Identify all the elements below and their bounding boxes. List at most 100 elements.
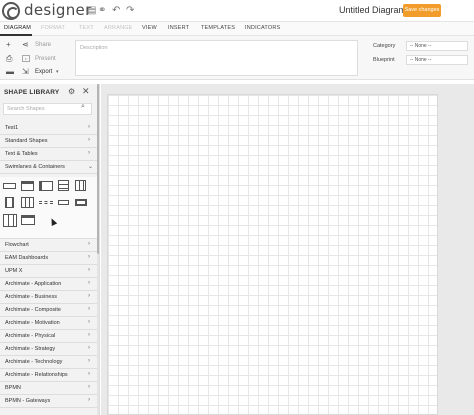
blueprint-select[interactable]: -- None -- [406,55,468,65]
dashed-lane-shape[interactable] [39,201,53,204]
table-container-shape[interactable] [21,215,35,225]
chevron-right-icon: › [88,306,90,312]
category-test1[interactable]: Test1 › [0,122,97,135]
chevron-right-icon: › [88,345,90,351]
menu-format[interactable]: FORMAT [41,25,65,31]
vertical-pool-shape[interactable] [5,197,14,208]
category-label: Archimate - Application [5,281,62,287]
undo-icon[interactable]: ↶ [112,5,120,17]
slim-lane-shape[interactable] [58,200,69,205]
category-archimate-technology[interactable]: Archimate - Technology › [0,356,97,369]
category-archimate-physical[interactable]: Archimate - Physical › [0,330,97,343]
chevron-right-icon: › [88,319,90,325]
category-label: Archimate - Business [5,294,57,300]
menu-view[interactable]: VIEW [142,25,157,31]
diagram-icon[interactable]: ▤ [87,5,96,17]
category-archimate-business[interactable]: Archimate - Business › [0,291,97,304]
add-icon[interactable]: + [6,40,16,49]
chevron-right-icon: › [88,137,90,143]
link-icon[interactable]: ⚭ [98,5,106,17]
category-text-tables[interactable]: Text & Tables › [0,148,97,161]
shape-library-title: SHAPE LIBRARY [4,89,60,96]
scrollbar-thumb[interactable] [97,84,99,254]
print-icon[interactable]: ⎙ [6,54,16,64]
category-label: UPM X [5,268,23,274]
chevron-down-icon: ⌄ [88,164,94,170]
category-eam-dashboards[interactable]: EAM Dashboards › [0,252,97,265]
menu-text[interactable]: TEXT [79,25,94,31]
category-label: Archimate - Strategy [5,346,56,352]
horizontal-swimlanes-shape[interactable] [58,180,69,191]
double-frame-shape[interactable] [75,199,87,206]
category-bpmn[interactable]: BPMN › [0,382,97,395]
share-icon[interactable]: ⋖ [22,40,32,49]
category-label: EAM Dashboards [5,255,49,261]
vertical-swimlanes-shape[interactable] [75,180,86,191]
present-icon[interactable]: ▸ [22,55,30,62]
category-label: Archimate - Physical [5,333,56,339]
category-label: Archimate - Relationships [5,372,68,378]
sidebar-scrollbar[interactable] [97,84,99,415]
category-archimate-motivation[interactable]: Archimate - Motivation › [0,317,97,330]
category-standard-shapes[interactable]: Standard Shapes › [0,135,97,148]
category-label: BPMN - Gateways [5,398,51,404]
category-archimate-strategy[interactable]: Archimate - Strategy › [0,343,97,356]
chevron-right-icon: › [88,254,90,260]
search-input[interactable]: Search Shapes [3,103,92,115]
category-label: Swimlanes & Containers [5,164,65,170]
redo-icon[interactable]: ↷ [126,5,134,17]
chevron-right-icon: › [88,124,90,130]
category-archimate-composite[interactable]: Archimate - Composite › [0,304,97,317]
category-label: Standard Shapes [5,138,48,144]
horizontal-lane-shape[interactable] [39,181,53,191]
category-label: Archimate - Motivation [5,320,60,326]
diagram-canvas[interactable] [107,94,438,415]
export-button[interactable]: Export [35,69,52,75]
blueprint-label: Blueprint [373,57,395,63]
search-icon[interactable]: ⌕ [81,103,85,111]
category-label: Text & Tables [5,151,38,157]
swimlane-shapes-grid [0,177,97,239]
brand-name: designer [24,1,92,19]
toolbar: + ⋖ Share ⎙ ▸ Present ▬ ⇲ Export ▾ Descr… [0,36,474,80]
category-select[interactable]: -- None -- [406,41,468,51]
chevron-right-icon: › [88,332,90,338]
share-button[interactable]: Share [35,42,51,48]
chevron-right-icon: › [88,384,90,390]
menu-indicators[interactable]: INDICATORS [245,25,280,31]
gear-icon[interactable]: ⚙ [68,87,75,96]
titled-container-shape[interactable] [21,181,34,191]
category-bpmn-gateways[interactable]: BPMN - Gateways › [0,395,97,408]
canvas-area [101,84,474,415]
menu-arrange[interactable]: ARRANGE [104,25,133,31]
menu-insert[interactable]: INSERT [168,25,189,31]
category-label: Archimate - Technology [5,359,63,365]
chevron-right-icon: › [88,267,90,273]
description-field[interactable]: Description [75,40,358,76]
grid-container-shape[interactable] [21,197,34,208]
present-button[interactable]: Present [35,56,56,62]
category-label: BPMN [5,385,21,391]
category-flowchart[interactable]: Flowchart › [0,239,97,252]
save-changes-button[interactable]: Save changes [403,4,441,17]
category-archimate-relationships[interactable]: Archimate - Relationships › [0,369,97,382]
chevron-right-icon: › [88,371,90,377]
menu-bar: DIAGRAM FORMAT TEXT ARRANGE VIEW INSERT … [0,22,474,36]
document-title[interactable]: Untitled Diagram [339,5,406,15]
horizontal-pool-shape[interactable] [3,183,16,189]
menu-diagram[interactable]: DIAGRAM [4,25,31,31]
menu-templates[interactable]: TEMPLATES [201,25,235,31]
export-dropdown-icon[interactable]: ▾ [56,69,59,75]
close-icon[interactable]: ✕ [82,86,90,97]
folder-icon[interactable]: ▬ [6,67,16,76]
chevron-right-icon: › [88,150,90,156]
category-label: Test1 [5,125,19,131]
matrix-container-shape[interactable] [3,214,17,227]
category-upm-x[interactable]: UPM X › [0,265,97,278]
category-label: Flowchart [5,242,29,248]
shape-library-panel: SHAPE LIBRARY ⚙ ✕ Search Shapes ⌕ Test1 … [0,84,100,415]
export-icon[interactable]: ⇲ [22,67,32,76]
category-label: Archimate - Composite [5,307,61,313]
category-swimlanes-containers[interactable]: Swimlanes & Containers ⌄ [0,161,97,174]
category-archimate-application[interactable]: Archimate - Application › [0,278,97,291]
